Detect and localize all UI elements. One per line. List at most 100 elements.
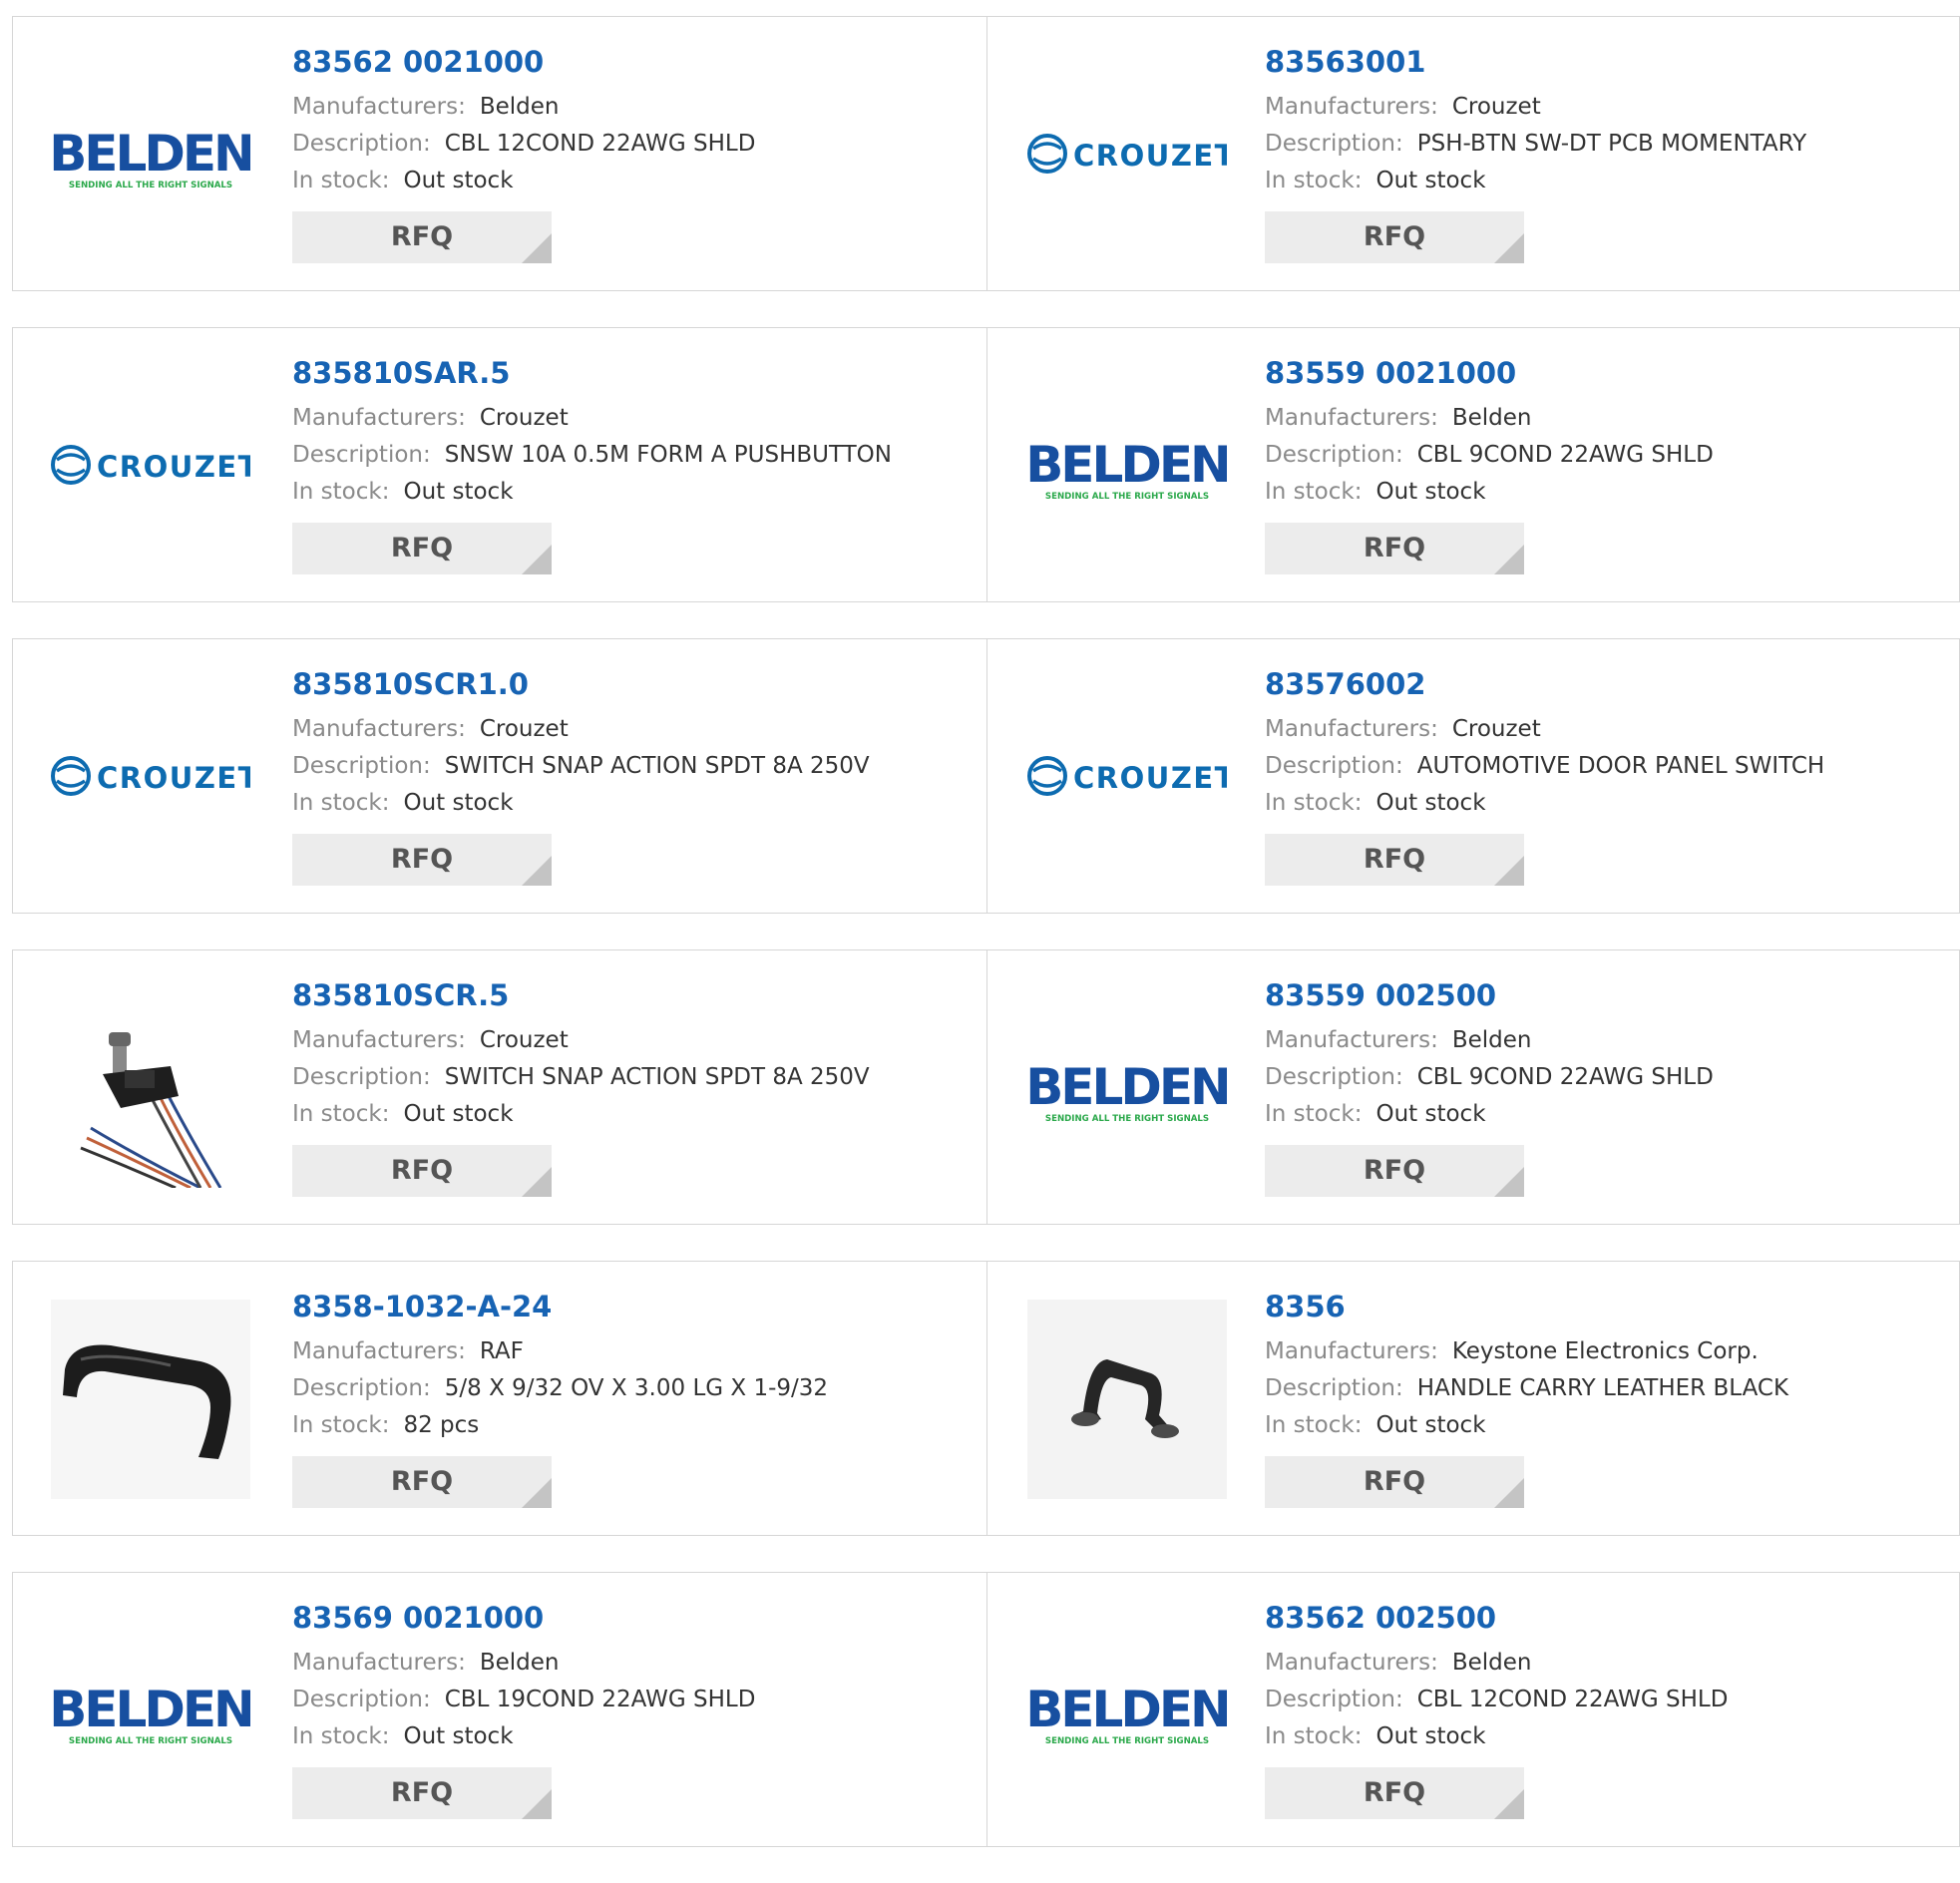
manufacturers-label: Manufacturers: [292,94,466,120]
part-number-link[interactable]: 83562 0021000 [292,45,755,79]
product-card: 8356 Manufacturers: Keystone Electronics … [987,1261,1960,1536]
product-row: 835810SCR.5 Manufacturers: Crouzet Descri… [12,949,1960,1225]
part-number-link[interactable]: 835810SCR1.0 [292,667,870,701]
svg-text:SENDING ALL THE RIGHT SIGNALS: SENDING ALL THE RIGHT SIGNALS [1045,1114,1209,1124]
product-grid: BELDEN SENDING ALL THE RIGHT SIGNALS 8356… [12,16,1960,1883]
manufacturer-logo[interactable]: CROUZET [1027,55,1227,254]
manufacturer-logo[interactable]: BELDEN SENDING ALL THE RIGHT SIGNALS [1027,366,1227,565]
part-number-link[interactable]: 83569 0021000 [292,1601,755,1635]
manufacturer-logo[interactable]: BELDEN SENDING ALL THE RIGHT SIGNALS [51,1611,250,1810]
description-value: CBL 12COND 22AWG SHLD [444,131,756,157]
belden-logo-icon: BELDENSENDING ALL THE RIGHT SIGNALS [1027,1058,1227,1124]
description-value: SWITCH SNAP ACTION SPDT 8A 250V [444,753,870,779]
part-number-link[interactable]: 83559 002500 [1265,978,1714,1012]
svg-text:CROUZET: CROUZET [97,761,250,795]
corner-triangle-icon [1494,856,1524,886]
rfq-button[interactable]: RFQ [292,834,552,886]
stock-value: Out stock [1375,1412,1486,1438]
description-value: CBL 12COND 22AWG SHLD [1416,1687,1729,1712]
stock-value: Out stock [403,1101,514,1127]
manufacturer-logo[interactable]: CROUZET [51,677,250,877]
part-number-link[interactable]: 835810SCR.5 [292,978,870,1012]
description-label: Description: [1265,1064,1403,1090]
crouzet-logo-icon: CROUZET [1027,756,1227,796]
part-number-link[interactable]: 83576002 [1265,667,1824,701]
product-photo[interactable] [51,1300,250,1499]
rfq-button[interactable]: RFQ [292,211,552,263]
svg-text:BELDEN: BELDEN [1027,436,1227,494]
description-value: CBL 9COND 22AWG SHLD [1416,442,1714,468]
description-label: Description: [1265,1375,1403,1401]
stock-label: In stock: [1265,479,1363,505]
svg-text:CROUZET: CROUZET [1073,761,1227,795]
rfq-button[interactable]: RFQ [292,1767,552,1819]
product-card: BELDEN SENDING ALL THE RIGHT SIGNALS 8356… [987,1572,1960,1847]
product-row: CROUZET 835810SCR1.0 Manufacturers: Crouz… [12,638,1960,914]
rfq-button[interactable]: RFQ [292,523,552,574]
crouzet-logo-icon: CROUZET [51,756,250,796]
product-row: CROUZET 835810SAR.5 Manufacturers: Crouze… [12,327,1960,602]
description-value: PSH-BTN SW-DT PCB MOMENTARY [1416,131,1807,157]
product-row: BELDEN SENDING ALL THE RIGHT SIGNALS 8356… [12,16,1960,291]
manufacturer-logo[interactable]: BELDEN SENDING ALL THE RIGHT SIGNALS [1027,988,1227,1188]
rfq-label: RFQ [390,221,454,252]
rfq-button[interactable]: RFQ [292,1145,552,1197]
product-card: BELDEN SENDING ALL THE RIGHT SIGNALS 8356… [12,1572,987,1847]
manufacturer-logo[interactable]: BELDEN SENDING ALL THE RIGHT SIGNALS [1027,1611,1227,1810]
stock-label: In stock: [292,479,390,505]
manufacturer-value: Belden [479,1650,560,1676]
stock-label: In stock: [1265,1412,1363,1438]
corner-triangle-icon [522,1478,552,1508]
product-photo[interactable] [51,988,250,1188]
svg-text:SENDING ALL THE RIGHT SIGNALS: SENDING ALL THE RIGHT SIGNALS [69,181,232,190]
manufacturers-label: Manufacturers: [1265,405,1438,431]
part-number-link[interactable]: 8356 [1265,1290,1788,1323]
stock-value: Out stock [1375,479,1486,505]
svg-text:SENDING ALL THE RIGHT SIGNALS: SENDING ALL THE RIGHT SIGNALS [1045,492,1209,502]
part-number-link[interactable]: 835810SAR.5 [292,356,892,390]
rfq-label: RFQ [1363,1777,1426,1808]
rfq-button[interactable]: RFQ [1265,834,1524,886]
description-value: CBL 19COND 22AWG SHLD [444,1687,756,1712]
svg-text:BELDEN: BELDEN [51,1681,250,1738]
rfq-button[interactable]: RFQ [1265,1767,1524,1819]
belden-logo-icon: BELDENSENDING ALL THE RIGHT SIGNALS [51,1681,250,1746]
part-number-link[interactable]: 8358-1032-A-24 [292,1290,828,1323]
rfq-button[interactable]: RFQ [1265,523,1524,574]
rfq-button[interactable]: RFQ [292,1456,552,1508]
rfq-button[interactable]: RFQ [1265,1145,1524,1197]
stock-value: Out stock [403,168,514,193]
rfq-button[interactable]: RFQ [1265,1456,1524,1508]
carry-handle-photo-icon [1027,1300,1227,1499]
manufacturers-label: Manufacturers: [1265,716,1438,742]
manufacturer-logo[interactable]: BELDEN SENDING ALL THE RIGHT SIGNALS [51,55,250,254]
description-label: Description: [292,753,431,779]
product-card: 8358-1032-A-24 Manufacturers: RAF Descrip… [12,1261,987,1536]
description-label: Description: [1265,442,1403,468]
corner-triangle-icon [522,233,552,263]
stock-value: Out stock [403,790,514,816]
product-card: CROUZET 83563001 Manufacturers: Crouzet D… [987,16,1960,291]
corner-triangle-icon [522,1167,552,1197]
corner-triangle-icon [1494,233,1524,263]
rfq-label: RFQ [390,1777,454,1808]
rfq-label: RFQ [1363,1155,1426,1186]
manufacturers-label: Manufacturers: [292,1338,466,1364]
crouzet-logo-icon: CROUZET [1027,134,1227,174]
product-card: CROUZET 835810SCR1.0 Manufacturers: Crouz… [12,638,987,914]
part-number-link[interactable]: 83562 002500 [1265,1601,1728,1635]
part-number-link[interactable]: 83559 0021000 [1265,356,1714,390]
stock-label: In stock: [292,168,390,193]
product-photo[interactable] [1027,1300,1227,1499]
description-value: HANDLE CARRY LEATHER BLACK [1416,1375,1789,1401]
part-number-link[interactable]: 83563001 [1265,45,1806,79]
description-value: SWITCH SNAP ACTION SPDT 8A 250V [444,1064,870,1090]
stock-label: In stock: [1265,1101,1363,1127]
manufacturer-logo[interactable]: CROUZET [51,366,250,565]
description-label: Description: [1265,1687,1403,1712]
rfq-button[interactable]: RFQ [1265,211,1524,263]
manufacturer-logo[interactable]: CROUZET [1027,677,1227,877]
stock-label: In stock: [292,1723,390,1749]
manufacturers-label: Manufacturers: [1265,1027,1438,1053]
stock-value: Out stock [403,1723,514,1749]
